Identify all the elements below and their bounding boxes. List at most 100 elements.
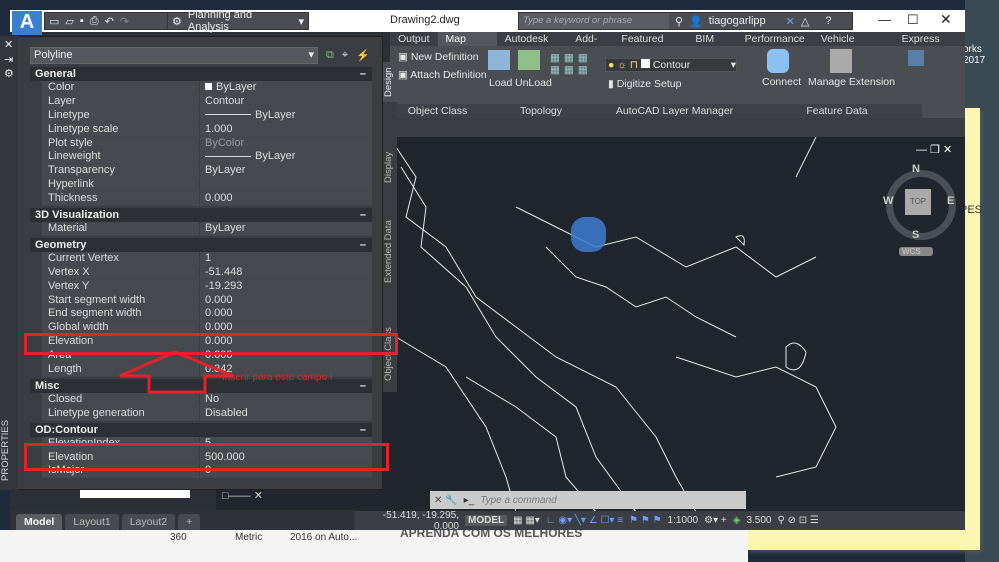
new-definition-button[interactable]: ▣ New Definition bbox=[398, 51, 479, 63]
save-icon[interactable]: ▪ bbox=[80, 15, 84, 27]
connect-button[interactable]: Connect bbox=[762, 76, 801, 88]
undo-icon[interactable]: ↶ bbox=[105, 15, 114, 28]
layers-icon[interactable]: ◈ bbox=[733, 515, 741, 526]
grid-icon[interactable]: ▦ ▦▾ bbox=[513, 515, 540, 526]
property-row[interactable]: Color ByLayer bbox=[42, 81, 372, 95]
print-icon[interactable]: ⎙ bbox=[90, 15, 99, 28]
property-row[interactable]: Start segment width 0.000 bbox=[42, 293, 372, 308]
property-value[interactable] bbox=[200, 178, 205, 191]
property-row[interactable]: Thickness 0.000 bbox=[42, 192, 372, 207]
property-row[interactable]: Current Vertex 1 bbox=[42, 251, 372, 266]
compass-s[interactable]: S bbox=[912, 229, 919, 241]
annotation-value[interactable]: 3.500 bbox=[746, 515, 771, 526]
object-type-select[interactable]: Polyline ▾ bbox=[30, 47, 318, 64]
unload-button[interactable]: UnLoad bbox=[515, 77, 552, 89]
layer-dropdown[interactable]: ● ☼ ⊓ Contour ▾ bbox=[605, 58, 737, 72]
property-row[interactable]: Plot style ByColor bbox=[42, 136, 372, 151]
snap-icons[interactable]: ∟ ◉▾ ╲▾ ∠ ☐▾ ≡ bbox=[546, 515, 623, 526]
autohide-icon[interactable]: ⇥ bbox=[4, 53, 13, 66]
tab-map-setup[interactable]: Map Setup bbox=[437, 32, 497, 59]
topology-tools-icons[interactable]: ▦▦▦ ▦▦▦ bbox=[550, 52, 592, 76]
property-value[interactable]: Contour bbox=[200, 95, 244, 108]
section-header-3d-visualization[interactable]: 3D Visualization – bbox=[30, 208, 372, 223]
command-line[interactable]: ✕ 🔧 ▸_ Type a command bbox=[430, 491, 746, 509]
property-value[interactable]: ByLayer bbox=[200, 222, 245, 235]
minimize-button[interactable]: — bbox=[878, 12, 891, 27]
tab-model[interactable]: Model bbox=[16, 514, 63, 530]
manage-extension-button[interactable]: Manage Extension bbox=[808, 76, 895, 88]
collapse-icon[interactable]: – bbox=[360, 379, 366, 393]
tab-add-ins[interactable]: Add-ins bbox=[567, 32, 613, 59]
viewcube[interactable]: TOP bbox=[886, 170, 956, 240]
app-menu-button[interactable]: A bbox=[12, 11, 42, 35]
compass-n[interactable]: N bbox=[912, 163, 920, 175]
annotation-icon[interactable]: ⚑ ⚑ ⚑ bbox=[629, 515, 661, 526]
collapse-icon[interactable]: – bbox=[360, 67, 366, 81]
attach-definition-button[interactable]: ▣ Attach Definition bbox=[398, 69, 487, 81]
property-row[interactable]: Layer Contour bbox=[42, 94, 372, 109]
gear-icon[interactable]: ⚙ bbox=[4, 67, 14, 80]
command-input[interactable]: Type a command bbox=[480, 495, 557, 506]
viewport-controls[interactable]: — ❐ ✕ bbox=[916, 143, 952, 156]
exchange-icon[interactable]: ✕ bbox=[786, 15, 795, 28]
property-row[interactable]: Closed No bbox=[42, 392, 372, 407]
tab-extended-data[interactable]: Extended Data bbox=[383, 212, 397, 292]
property-value[interactable]: 0.000 bbox=[200, 307, 233, 320]
panel-icon[interactable] bbox=[908, 50, 924, 66]
add-layout-button[interactable]: + bbox=[178, 514, 201, 530]
tab-autodesk-360[interactable]: Autodesk 360 bbox=[497, 32, 568, 59]
settings-icons[interactable]: ⚲ ⊘ ⊡ ☰ bbox=[777, 515, 818, 526]
property-row[interactable]: Linetype ByLayer bbox=[42, 108, 372, 123]
tab-layout2[interactable]: Layout2 bbox=[121, 514, 176, 530]
viewcube-face[interactable]: TOP bbox=[905, 189, 931, 215]
property-row[interactable]: Transparency ByLayer bbox=[42, 164, 372, 179]
a360-icon[interactable]: △ bbox=[801, 15, 809, 28]
property-row[interactable]: Linetype scale 1.000 bbox=[42, 122, 372, 137]
property-value[interactable]: 0.000 bbox=[200, 294, 233, 307]
property-row[interactable]: Vertex X -51.448 bbox=[42, 265, 372, 280]
toggle-pickadd-icon[interactable]: ⧉ bbox=[326, 49, 334, 62]
compass-e[interactable]: E bbox=[947, 195, 954, 207]
tab-bim-360[interactable]: BIM 360 bbox=[687, 32, 736, 59]
property-value[interactable]: 0.000 bbox=[200, 192, 233, 205]
model-space-button[interactable]: MODEL bbox=[465, 515, 508, 526]
tab-design[interactable]: Design bbox=[383, 62, 397, 102]
collapse-icon[interactable]: – bbox=[360, 208, 366, 222]
section-header-od-contour[interactable]: OD:Contour – bbox=[30, 422, 372, 437]
property-value[interactable]: ByColor bbox=[200, 137, 244, 150]
tab-performance[interactable]: Performance bbox=[737, 32, 813, 46]
property-value[interactable]: ByLayer bbox=[200, 164, 245, 177]
property-row[interactable]: Vertex Y -19.293 bbox=[42, 279, 372, 294]
open-icon[interactable]: ▱ bbox=[65, 15, 73, 28]
workspace-dropdown[interactable]: ⚙ Planning and Analysis ▾ bbox=[167, 9, 309, 33]
collapse-icon[interactable]: – bbox=[360, 238, 366, 252]
close-button[interactable]: ✕ bbox=[940, 11, 952, 28]
selected-polyline[interactable] bbox=[571, 217, 606, 252]
close-icon[interactable]: ✕ bbox=[4, 38, 13, 51]
section-header-geometry[interactable]: Geometry – bbox=[30, 237, 372, 252]
tab-output[interactable]: Output bbox=[390, 32, 438, 46]
section-header-general[interactable]: General – bbox=[30, 67, 372, 81]
property-value[interactable]: ByLayer bbox=[200, 150, 295, 163]
ucs-menu[interactable]: WCS bbox=[899, 247, 933, 256]
property-value[interactable]: Disabled bbox=[200, 407, 248, 420]
help-icon[interactable]: ? bbox=[825, 15, 831, 27]
property-value[interactable]: -19.293 bbox=[200, 280, 242, 293]
tab-featured-apps[interactable]: Featured Apps bbox=[613, 32, 687, 59]
annotation-scale[interactable]: 1:1000 bbox=[668, 515, 699, 526]
compass-w[interactable]: W bbox=[883, 195, 893, 207]
property-value[interactable]: 1 bbox=[200, 252, 211, 265]
collapse-icon[interactable]: – bbox=[360, 423, 366, 437]
tab-vehicle-tracking[interactable]: Vehicle Tracking bbox=[813, 32, 894, 59]
select-objects-icon[interactable]: ⌖ bbox=[342, 49, 348, 62]
property-row[interactable]: Material ByLayer bbox=[42, 222, 372, 236]
property-row[interactable]: End segment width 0.000 bbox=[42, 307, 372, 322]
gear-icon[interactable]: ⚙▾ + bbox=[704, 515, 727, 526]
user-name[interactable]: tiagogarlipp bbox=[709, 15, 766, 27]
property-value[interactable]: ByLayer bbox=[200, 109, 295, 122]
property-value[interactable]: ByLayer bbox=[200, 81, 256, 94]
redo-icon[interactable]: ↷ bbox=[120, 15, 129, 28]
maximize-button[interactable]: ☐ bbox=[907, 12, 919, 28]
quick-select-icon[interactable]: ⚡ bbox=[356, 49, 370, 62]
property-row[interactable]: Linetype generation Disabled bbox=[42, 406, 372, 421]
